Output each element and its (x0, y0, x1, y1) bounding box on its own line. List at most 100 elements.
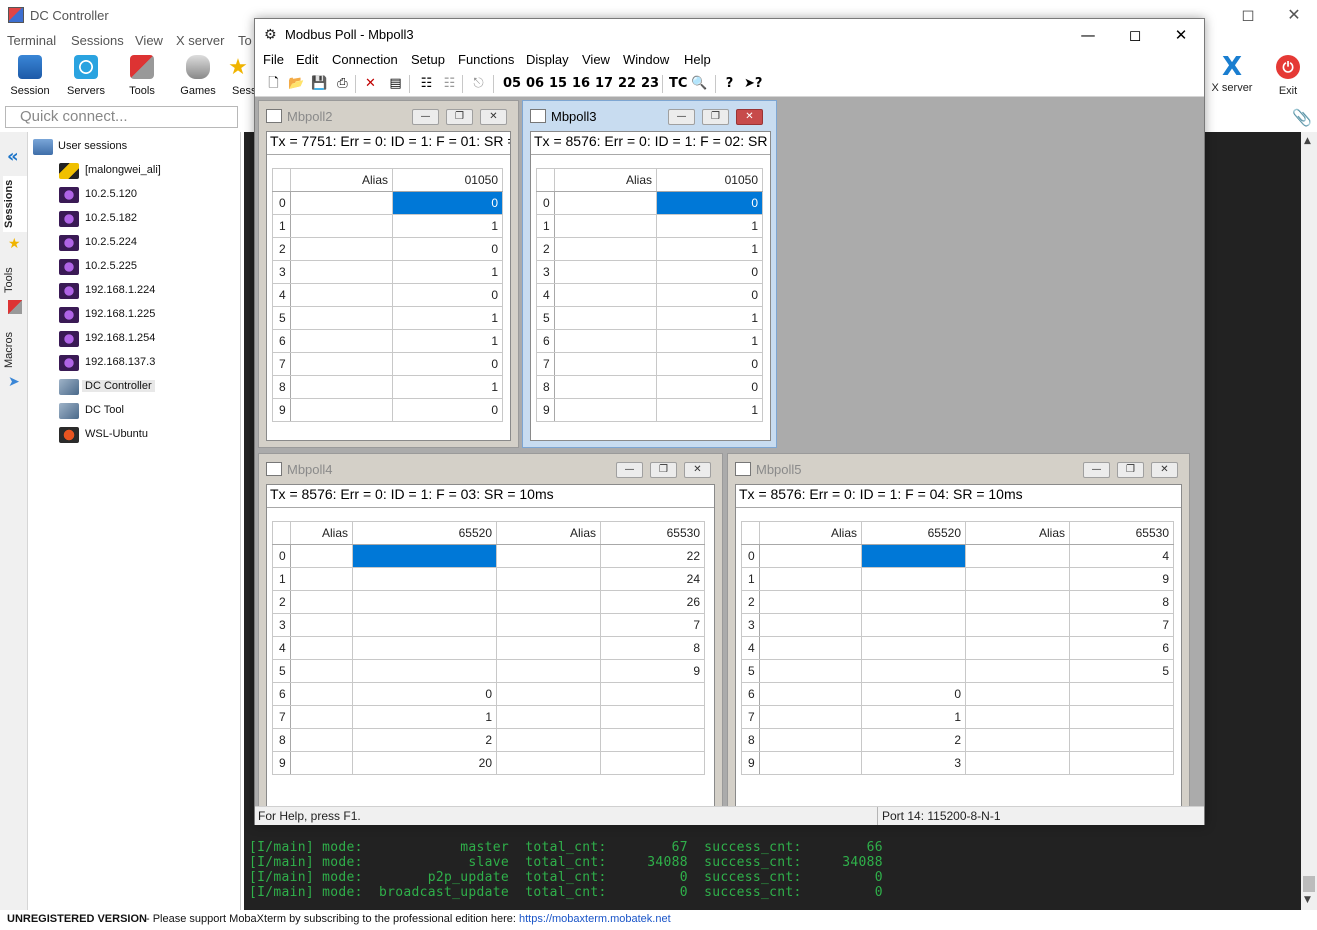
alias-cell[interactable] (496, 705, 601, 729)
new-file-icon[interactable]: 🗋 (265, 75, 282, 92)
value-cell[interactable]: 22 (600, 544, 705, 568)
alias-cell[interactable] (759, 728, 862, 752)
alias-cell[interactable] (554, 283, 657, 307)
value-cell[interactable]: 24 (600, 567, 705, 591)
fc-15-button[interactable]: 15 (549, 76, 567, 91)
menu-view[interactable]: View (135, 33, 163, 48)
fc-16-button[interactable]: 16 (572, 76, 590, 91)
value-cell[interactable] (352, 590, 497, 614)
alias-cell[interactable] (554, 352, 657, 376)
alias-cell[interactable] (290, 329, 393, 353)
exit-button[interactable]: ⏻ Exit (1264, 52, 1312, 102)
session-tool-button[interactable]: Session (2, 52, 58, 102)
value-cell[interactable] (1069, 751, 1174, 775)
value-cell[interactable]: 0 (392, 352, 503, 376)
alias-cell[interactable] (759, 682, 862, 706)
tc-button[interactable]: TC (669, 76, 687, 91)
value-cell[interactable] (352, 544, 497, 568)
menu-setup[interactable]: Setup (411, 52, 445, 67)
alias-cell[interactable] (759, 659, 862, 683)
value-cell[interactable]: 1 (392, 306, 503, 330)
alias-cell[interactable] (290, 260, 393, 284)
alias-cell[interactable] (554, 260, 657, 284)
alias-cell[interactable] (496, 728, 601, 752)
tab-tools[interactable]: Tools (3, 260, 27, 300)
value-cell[interactable]: 2 (352, 728, 497, 752)
sessions-tool-button[interactable]: ★ Sess (222, 52, 254, 102)
value-cell[interactable]: 1 (656, 329, 763, 353)
mbpoll5-window[interactable]: Mbpoll5 — ❐ ✕ Tx = 8576: Err = 0: ID = 1… (727, 453, 1190, 814)
alias-cell[interactable] (496, 636, 601, 660)
monitor-icon[interactable]: 🔍 (691, 75, 708, 92)
value-cell[interactable]: 0 (656, 375, 763, 399)
value-cell[interactable]: 26 (600, 590, 705, 614)
minimize-button[interactable]: — (668, 109, 695, 125)
mbpoll2-window[interactable]: Mbpoll2 — ❐ ✕ Tx = 7751: Err = 0: ID = 1… (258, 100, 519, 448)
fc-05-button[interactable]: 05 (503, 76, 521, 91)
value-cell[interactable] (352, 659, 497, 683)
fc-17-button[interactable]: 17 (595, 76, 613, 91)
menu-connection[interactable]: Connection (332, 52, 398, 67)
alias-cell[interactable] (965, 659, 1070, 683)
alias-cell[interactable] (290, 398, 393, 422)
mobaxterm-link[interactable]: https://mobaxterm.mobatek.net (519, 913, 671, 925)
value-cell[interactable] (352, 636, 497, 660)
value-cell[interactable]: 1 (656, 237, 763, 261)
value-cell[interactable]: 0 (656, 191, 763, 215)
tools-tool-button[interactable]: Tools (114, 52, 170, 102)
disconnect-icon[interactable]: ☷ (441, 75, 458, 92)
alias-cell[interactable] (759, 705, 862, 729)
mbpoll5-titlebar[interactable]: Mbpoll5 — ❐ ✕ (728, 454, 1189, 484)
mbpoll4-titlebar[interactable]: Mbpoll4 — ❐ ✕ (259, 454, 722, 484)
value-cell[interactable]: 4 (1069, 544, 1174, 568)
minimize-button[interactable]: — (1083, 462, 1110, 478)
value-cell[interactable] (352, 613, 497, 637)
menu-terminal[interactable]: Terminal (7, 33, 56, 48)
value-cell[interactable]: 9 (600, 659, 705, 683)
alias-cell[interactable] (290, 659, 353, 683)
alias-cell[interactable] (290, 751, 353, 775)
alias-cell[interactable] (554, 375, 657, 399)
alias-cell[interactable] (554, 329, 657, 353)
open-folder-icon[interactable]: 📂 (288, 75, 305, 92)
value-cell[interactable]: 1 (392, 214, 503, 238)
alias-cell[interactable] (759, 590, 862, 614)
value-cell[interactable] (861, 613, 966, 637)
value-cell[interactable]: 0 (392, 237, 503, 261)
menu-help[interactable]: Help (684, 52, 711, 67)
value-cell[interactable]: 1 (656, 306, 763, 330)
alias-cell[interactable] (554, 214, 657, 238)
scroll-up-icon[interactable]: ▲ (1304, 136, 1311, 146)
value-cell[interactable]: 1 (656, 398, 763, 422)
value-cell[interactable] (861, 567, 966, 591)
window-icon[interactable]: ▤ (387, 75, 404, 92)
servers-tool-button[interactable]: Servers (58, 52, 114, 102)
fc-22-button[interactable]: 22 (618, 76, 636, 91)
mbpoll2-titlebar[interactable]: Mbpoll2 — ❐ ✕ (259, 101, 518, 131)
value-cell[interactable]: 3 (861, 751, 966, 775)
menu-xserver[interactable]: X server (176, 33, 224, 48)
alias-cell[interactable] (965, 544, 1070, 568)
value-cell[interactable] (1069, 705, 1174, 729)
value-cell[interactable]: 1 (392, 329, 503, 353)
alias-cell[interactable] (554, 398, 657, 422)
alias-cell[interactable] (290, 237, 393, 261)
value-cell[interactable]: 8 (600, 636, 705, 660)
close-button[interactable]: ✕ (736, 109, 763, 125)
value-cell[interactable] (600, 751, 705, 775)
alias-cell[interactable] (290, 352, 393, 376)
alias-cell[interactable] (554, 237, 657, 261)
value-cell[interactable]: 2 (861, 728, 966, 752)
alias-cell[interactable] (290, 590, 353, 614)
modbus-close-button[interactable]: ✕ (1158, 19, 1204, 51)
value-cell[interactable] (1069, 728, 1174, 752)
quick-connect-input[interactable]: Quick connect... (5, 106, 238, 128)
restore-button[interactable]: ❐ (650, 462, 677, 478)
fc-06-button[interactable]: 06 (526, 76, 544, 91)
delete-icon[interactable]: ✕ (362, 75, 379, 92)
alias-cell[interactable] (290, 636, 353, 660)
menu-edit[interactable]: Edit (296, 52, 318, 67)
alias-cell[interactable] (290, 728, 353, 752)
value-cell[interactable]: 0 (656, 283, 763, 307)
mbpoll3-titlebar[interactable]: Mbpoll3 — ❐ ✕ (523, 101, 776, 131)
